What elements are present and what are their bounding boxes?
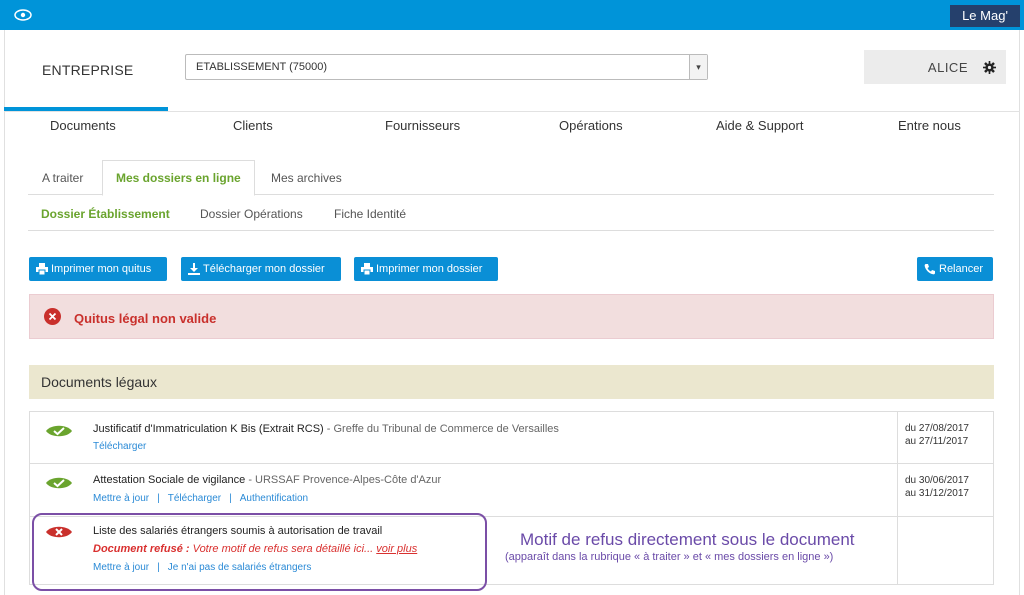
gear-icon[interactable] (983, 61, 996, 74)
subtab-dossier-operations[interactable]: Dossier Opérations (200, 207, 303, 221)
tab-a-traiter[interactable]: A traiter (42, 171, 83, 185)
document-source: - URSSAF Provence-Alpes-Côte d'Azur (245, 474, 442, 486)
document-links: Télécharger (93, 441, 146, 452)
download-link[interactable]: Télécharger (93, 441, 146, 452)
print-file-button[interactable]: Imprimer mon dossier (354, 257, 498, 281)
user-menu[interactable]: ALICE (864, 50, 1006, 84)
print-file-label: Imprimer mon dossier (376, 263, 483, 275)
document-name: Justificatif d'Immatriculation K Bis (Ex… (93, 423, 324, 435)
error-circle-icon (44, 308, 61, 325)
subtab-fiche-identite[interactable]: Fiche Identité (334, 207, 406, 221)
nav-item-clients[interactable]: Clients (233, 118, 273, 133)
date-to: au 31/12/2017 (905, 488, 969, 499)
nav-item-entre-nous[interactable]: Entre nous (898, 118, 961, 133)
download-file-button[interactable]: Télécharger mon dossier (181, 257, 341, 281)
download-icon (188, 263, 200, 275)
authentication-link[interactable]: Authentification (240, 493, 308, 504)
establishment-select[interactable]: ETABLISSEMENT (75000) ▾ (185, 54, 708, 80)
validity-dates: du 30/06/2017 au 31/12/2017 (905, 474, 969, 500)
establishment-select-value: ETABLISSEMENT (75000) (196, 61, 328, 73)
tab-mes-archives[interactable]: Mes archives (271, 171, 342, 185)
printer-icon (361, 263, 373, 275)
link-separator: | (229, 493, 232, 504)
eye-icon[interactable] (14, 9, 32, 21)
update-link[interactable]: Mettre à jour (93, 493, 149, 504)
le-mag-link[interactable]: Le Mag' (950, 5, 1020, 27)
nav-divider (4, 111, 1020, 112)
top-bar: Le Mag' (0, 0, 1024, 30)
nav-item-aide-support[interactable]: Aide & Support (716, 118, 803, 133)
eye-valid-icon[interactable] (45, 424, 73, 438)
document-source: - Greffe du Tribunal de Commerce de Vers… (323, 423, 559, 435)
document-title: Attestation Sociale de vigilance - URSSA… (93, 474, 441, 486)
date-from: du 30/06/2017 (905, 475, 969, 486)
column-divider (897, 517, 898, 584)
date-to: au 27/11/2017 (905, 436, 969, 447)
download-file-label: Télécharger mon dossier (203, 263, 325, 275)
validity-dates: du 27/08/2017 au 27/11/2017 (905, 422, 969, 448)
annotation-subtitle: (apparaît dans la rubrique « à traiter »… (505, 551, 834, 563)
subtabs-divider (28, 230, 994, 231)
quitus-alert: Quitus légal non valide (29, 294, 994, 339)
subtab-dossier-etablissement[interactable]: Dossier Établissement (41, 207, 170, 221)
print-quitus-button[interactable]: Imprimer mon quitus (29, 257, 167, 281)
user-name: ALICE (927, 60, 968, 75)
document-name: Attestation Sociale de vigilance (93, 474, 246, 486)
annotation-title: Motif de refus directement sous le docum… (520, 530, 855, 549)
remind-button[interactable]: Relancer (917, 257, 993, 281)
document-links: Mettre à jour | Télécharger | Authentificati… (93, 493, 308, 504)
company-name: ENTREPRISE (42, 62, 134, 78)
column-divider (897, 464, 898, 516)
alert-message: Quitus légal non valide (74, 311, 217, 326)
table-row: Attestation Sociale de vigilance - URSSA… (30, 464, 993, 517)
column-divider (897, 412, 898, 463)
download-link[interactable]: Télécharger (168, 493, 221, 504)
chevron-down-icon[interactable]: ▾ (689, 55, 707, 79)
date-from: du 27/08/2017 (905, 423, 969, 434)
phone-icon (924, 264, 935, 275)
table-row: Justificatif d'Immatriculation K Bis (Ex… (30, 412, 993, 464)
nav-item-documents[interactable]: Documents (50, 118, 116, 133)
link-separator: | (157, 493, 160, 504)
printer-icon (36, 263, 48, 275)
nav-item-fournisseurs[interactable]: Fournisseurs (385, 118, 460, 133)
annotation-highlight-box (32, 513, 487, 591)
eye-valid-icon[interactable] (45, 476, 73, 490)
nav-item-operations[interactable]: Opérations (559, 118, 623, 133)
documents-legaux-header: Documents légaux (29, 365, 994, 399)
print-quitus-label: Imprimer mon quitus (51, 263, 152, 275)
section-title: Documents légaux (41, 374, 157, 390)
document-title: Justificatif d'Immatriculation K Bis (Ex… (93, 423, 559, 435)
tab-mes-dossiers-en-ligne[interactable]: Mes dossiers en ligne (116, 171, 241, 185)
remind-label: Relancer (939, 263, 984, 275)
